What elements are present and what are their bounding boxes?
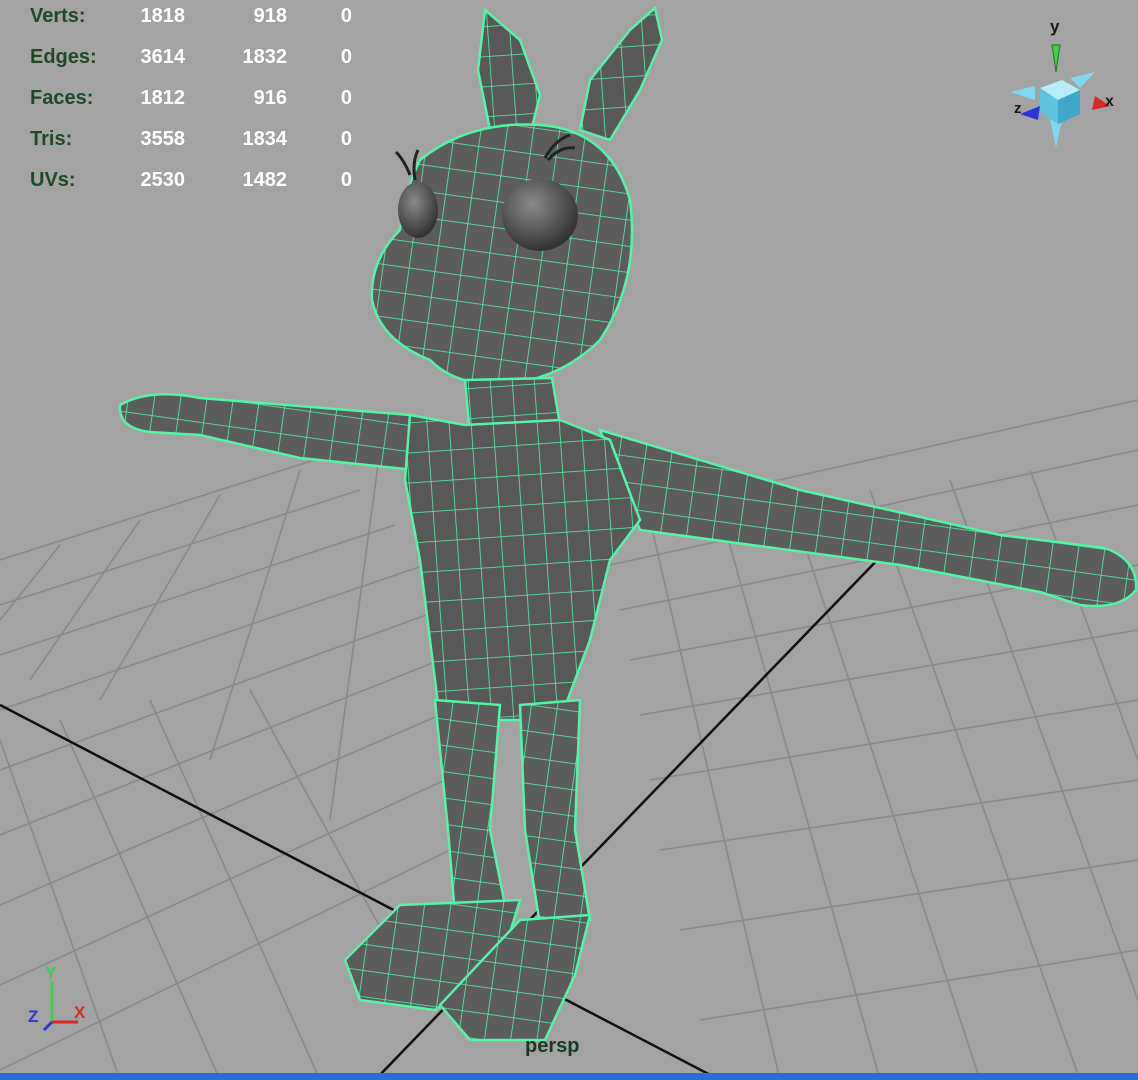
hud-selected: 1832	[242, 46, 288, 68]
gizmo-z-label: Z	[28, 1007, 38, 1026]
scene-canvas[interactable]	[0, 0, 1138, 1080]
perspective-viewport[interactable]: Verts: 1818 918 0 Edges: 3614 1832 0 Fac…	[0, 0, 1138, 1080]
view-cube-y-label: y	[1050, 17, 1060, 36]
hud-selected: 918	[253, 5, 287, 27]
hud-third: 0	[340, 5, 352, 27]
camera-name: persp	[525, 1035, 580, 1057]
gizmo-y-label: Y	[45, 963, 57, 982]
hud-total: 1818	[140, 5, 186, 27]
hud-total: 3614	[140, 46, 186, 68]
hud-third: 0	[340, 169, 352, 191]
axis-gizmo-icon: Y X Z	[28, 963, 86, 1032]
hud-third: 0	[340, 128, 352, 150]
view-cube-icon[interactable]: y x z	[1000, 10, 1125, 155]
gizmo-x-label: X	[74, 1003, 86, 1022]
hud-total: 3558	[140, 128, 186, 150]
viewport-focus-border	[0, 1073, 1138, 1080]
hud-label: Edges:	[30, 46, 97, 68]
hud-third: 0	[340, 87, 352, 109]
hud-total: 1812	[140, 87, 186, 109]
hud-selected: 1834	[242, 128, 288, 150]
hud-total: 2530	[140, 169, 186, 191]
hud-label: Tris:	[30, 128, 73, 150]
view-cube-z-label: z	[1014, 100, 1022, 117]
hud-third: 0	[340, 46, 352, 68]
view-cube-x-label: x	[1105, 93, 1114, 110]
hud-selected: 916	[253, 87, 287, 109]
hud-selected: 1482	[242, 169, 288, 191]
hud-label: UVs:	[30, 169, 76, 191]
hud-label: Faces:	[30, 87, 94, 109]
rabbit-mesh	[118, 5, 1138, 1042]
hud-label: Verts:	[30, 5, 86, 27]
